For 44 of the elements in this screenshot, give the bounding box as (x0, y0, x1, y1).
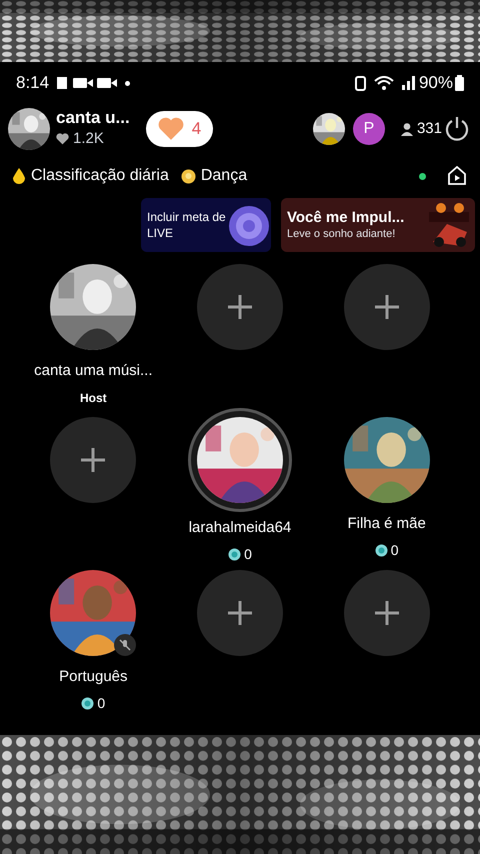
sim-card-icon (57, 76, 68, 90)
seat-name: larahalmeida64 (188, 518, 292, 538)
viewer-count: 331 (416, 118, 442, 139)
ranking-tag[interactable]: Classificação diária (12, 164, 169, 188)
seat-score: 0 (97, 694, 106, 712)
seat-name: Português (59, 667, 128, 687)
status-time: 8:14 (16, 72, 50, 94)
seat-score: 0 (244, 544, 252, 564)
flame-icon (12, 168, 26, 184)
seat-role: Host (80, 390, 107, 406)
battery-icon (455, 75, 464, 91)
battery-level: 90% (418, 72, 453, 94)
live-goal-banner[interactable]: Incluir meta de LIVE (141, 198, 271, 252)
seat-score: 0 (390, 540, 399, 560)
heart-icon (56, 133, 69, 145)
heart-button[interactable]: 4 (146, 111, 214, 147)
gem-icon (374, 544, 388, 556)
race-car-icon (427, 202, 471, 248)
gem-icon (81, 696, 94, 710)
video-camera-icon (97, 76, 118, 90)
heart-icon (158, 117, 184, 141)
plus-icon (374, 600, 400, 626)
plus-icon (226, 600, 253, 626)
plus-icon (226, 294, 253, 320)
video-camera-icon (73, 76, 94, 90)
gem-icon (228, 548, 242, 560)
playback-button[interactable] (446, 165, 468, 187)
promo-banner[interactable]: Você me Impul... Leve o sonho adiante! (281, 198, 475, 252)
signal-icon (402, 76, 415, 90)
person-icon (400, 122, 413, 136)
badge-icon (180, 168, 196, 184)
dot-icon (125, 80, 130, 86)
host-name: canta u... (56, 108, 130, 128)
plus-icon (80, 447, 106, 473)
viewer-avatar[interactable]: P (352, 113, 385, 145)
seat-name: canta uma músi... (34, 361, 153, 381)
category-tag[interactable]: Dança (180, 164, 248, 188)
power-icon (444, 116, 470, 142)
plus-icon (374, 294, 400, 320)
battery-saver-icon (354, 75, 366, 91)
wifi-icon (374, 76, 394, 90)
likes-count: 1.2K (73, 128, 104, 149)
home-play-icon (447, 166, 467, 186)
seat-name: Filha é mãe (347, 514, 426, 534)
